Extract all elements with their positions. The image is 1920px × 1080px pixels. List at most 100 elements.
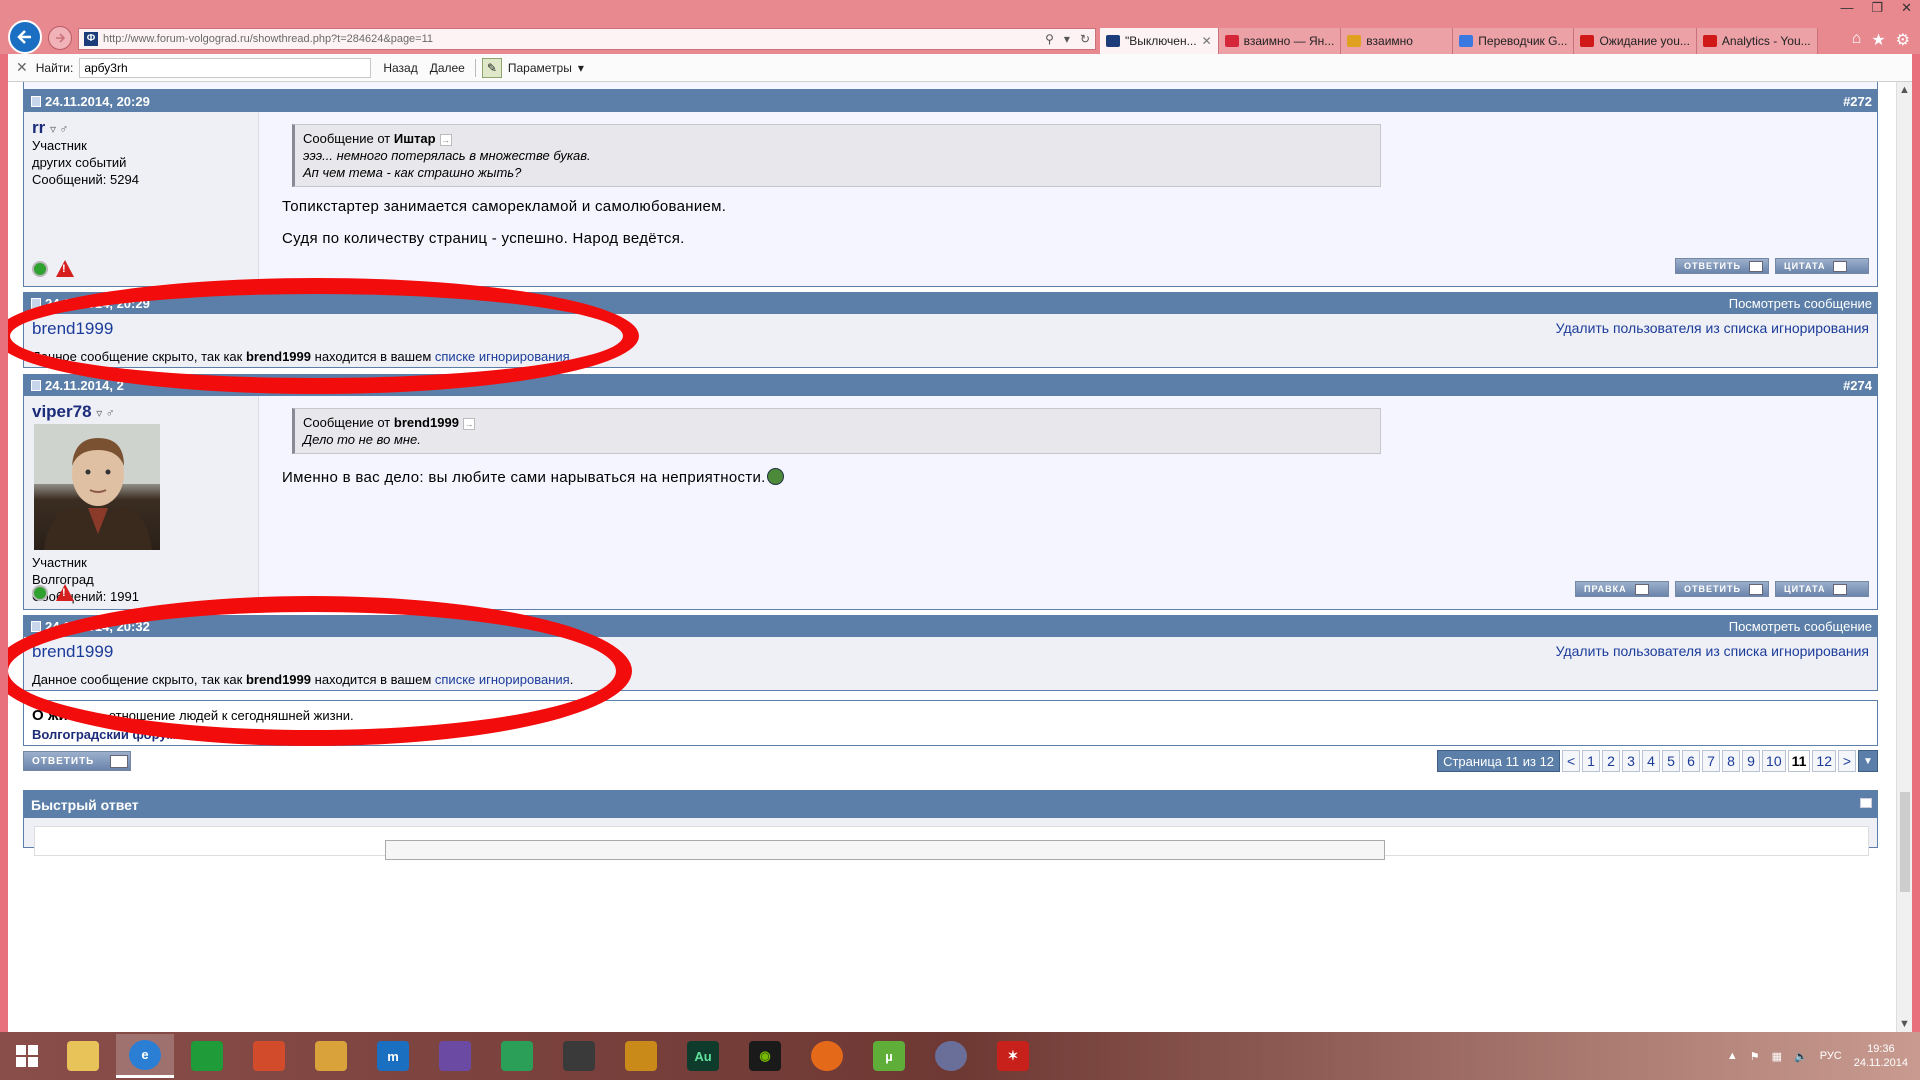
page-jump-dropdown-icon[interactable]: ▼ bbox=[1858, 750, 1878, 772]
find-options-button[interactable]: ✎ Параметры ▾ bbox=[481, 57, 584, 78]
address-url[interactable]: http://www.forum-volgograd.ru/showthread… bbox=[103, 33, 1040, 45]
next-page-button[interactable]: > bbox=[1838, 750, 1856, 772]
scroll-up-icon[interactable]: ▲ bbox=[1899, 84, 1910, 96]
collapse-icon[interactable] bbox=[1860, 798, 1872, 808]
close-tab-icon[interactable]: ✕ bbox=[1202, 34, 1212, 48]
tab-5[interactable]: Ожидание you... bbox=[1574, 28, 1697, 54]
back-button[interactable] bbox=[8, 20, 42, 54]
username-text[interactable]: viper78 bbox=[32, 402, 92, 421]
tab-3[interactable]: взаимно bbox=[1341, 28, 1454, 54]
minimize-icon[interactable]: — bbox=[1840, 0, 1853, 16]
find-next-button[interactable]: Далее bbox=[430, 61, 465, 75]
taskbar-app-utorrent[interactable]: µ bbox=[860, 1034, 918, 1078]
remove-from-ignore-link[interactable]: Удалить пользователя из списка игнориров… bbox=[1556, 320, 1869, 336]
find-prev-button[interactable]: Назад bbox=[383, 61, 417, 75]
start-button[interactable] bbox=[0, 1032, 54, 1080]
remove-from-ignore-link[interactable]: Удалить пользователя из списка игнориров… bbox=[1556, 643, 1869, 659]
post-username[interactable]: viper78 ▿ ♂ bbox=[32, 402, 115, 422]
vertical-scrollbar[interactable]: ▲ ▼ bbox=[1896, 82, 1912, 1032]
maximize-icon[interactable]: ❐ bbox=[1871, 0, 1883, 16]
close-icon[interactable]: ✕ bbox=[1901, 0, 1912, 16]
close-find-icon[interactable]: ✕ bbox=[16, 59, 28, 76]
quote-button[interactable]: ЦИТАТА bbox=[1775, 581, 1869, 597]
breadcrumb-section[interactable]: Общие bbox=[191, 727, 235, 742]
ignore-list-link[interactable]: списке игнорирования bbox=[435, 672, 570, 687]
page-link[interactable]: 8 bbox=[1722, 750, 1741, 772]
page-link[interactable]: 1 bbox=[1582, 750, 1601, 772]
address-bar[interactable]: Ф http://www.forum-volgograd.ru/showthre… bbox=[78, 28, 1096, 50]
view-post-link[interactable]: Посмотреть сообщение bbox=[1729, 619, 1872, 634]
page-link[interactable]: 10 bbox=[1762, 750, 1786, 772]
post-date-text: 24.11.2014, 2 bbox=[45, 378, 124, 393]
network-icon[interactable]: ▦ bbox=[1772, 1050, 1782, 1063]
tab-2[interactable]: взаимно — Ян... bbox=[1218, 28, 1342, 54]
taskbar-app-tool[interactable] bbox=[240, 1034, 298, 1078]
post-number[interactable]: #272 bbox=[1843, 94, 1872, 109]
drive-icon bbox=[501, 1041, 533, 1071]
page-link[interactable]: 4 bbox=[1642, 750, 1661, 772]
tab-4[interactable]: Переводчик G... bbox=[1453, 28, 1575, 54]
page-link[interactable]: 12 bbox=[1812, 750, 1836, 772]
gear-icon[interactable]: ⚙ bbox=[1896, 30, 1910, 50]
taskbar-app-ie[interactable]: e bbox=[116, 1034, 174, 1078]
post-number[interactable]: #274 bbox=[1843, 378, 1872, 393]
forward-button[interactable] bbox=[48, 26, 72, 50]
breadcrumb-root[interactable]: Волгоградский форум bbox=[32, 727, 176, 742]
thread-reply-button[interactable]: ОТВЕТИТЬ bbox=[23, 751, 131, 771]
page-link[interactable]: 3 bbox=[1622, 750, 1641, 772]
clock[interactable]: 19:36 24.11.2014 bbox=[1854, 1042, 1908, 1070]
quick-reply-textarea[interactable] bbox=[385, 840, 1385, 860]
taskbar-app-nvidia[interactable]: ◉ bbox=[736, 1034, 794, 1078]
dropdown-arrow-icon[interactable]: ▾ bbox=[1064, 32, 1070, 46]
ignored-username[interactable]: brend1999 bbox=[32, 319, 113, 339]
reply-button[interactable]: ОТВЕТИТЬ bbox=[1675, 258, 1769, 274]
scrollbar-thumb[interactable] bbox=[1900, 792, 1910, 892]
language-indicator[interactable]: РУС bbox=[1820, 1050, 1842, 1062]
taskbar-app-explorer[interactable] bbox=[54, 1034, 112, 1078]
star-icon[interactable]: ★ bbox=[1871, 30, 1885, 50]
go-to-post-icon[interactable]: → bbox=[439, 133, 452, 146]
prev-page-button[interactable]: < bbox=[1562, 750, 1581, 772]
taskbar-app-winamp[interactable] bbox=[612, 1034, 670, 1078]
taskbar-app-movie[interactable] bbox=[550, 1034, 608, 1078]
tray-arrow-icon[interactable]: ▲ bbox=[1727, 1050, 1738, 1062]
edit-button[interactable]: ПРАВКА bbox=[1575, 581, 1669, 597]
view-post-link[interactable]: Посмотреть сообщение bbox=[1729, 296, 1872, 311]
tab-1[interactable]: "Выключен... ✕ bbox=[1100, 28, 1219, 54]
taskbar-app-contacts[interactable] bbox=[302, 1034, 360, 1078]
report-icon[interactable] bbox=[56, 584, 74, 601]
go-to-post-icon[interactable]: → bbox=[462, 417, 475, 430]
breadcrumb-current[interactable]: Выключенные люди. bbox=[249, 727, 387, 742]
post-username[interactable]: rr ▿ ♂ bbox=[32, 118, 68, 138]
quote-author: Иштар bbox=[393, 131, 436, 146]
report-icon[interactable] bbox=[56, 260, 74, 277]
refresh-icon[interactable]: ↻ bbox=[1080, 32, 1090, 46]
username-text[interactable]: rr bbox=[32, 118, 45, 137]
page-link[interactable]: 9 bbox=[1742, 750, 1761, 772]
page-link[interactable]: 6 bbox=[1682, 750, 1701, 772]
taskbar-app-game[interactable]: ✶ bbox=[984, 1034, 1042, 1078]
game-icon: ✶ bbox=[997, 1041, 1029, 1071]
taskbar-app-store[interactable] bbox=[178, 1034, 236, 1078]
avatar[interactable] bbox=[34, 424, 160, 550]
ignore-list-link[interactable]: списке игнорирования bbox=[435, 349, 570, 364]
home-icon[interactable]: ⌂ bbox=[1852, 30, 1862, 50]
scroll-down-icon[interactable]: ▼ bbox=[1899, 1018, 1910, 1030]
reply-button[interactable]: ОТВЕТИТЬ bbox=[1675, 581, 1769, 597]
page-link[interactable]: 5 bbox=[1662, 750, 1681, 772]
page-link[interactable]: 7 bbox=[1702, 750, 1721, 772]
taskbar-app-mail[interactable]: m bbox=[364, 1034, 422, 1078]
taskbar-app-audition[interactable]: Au bbox=[674, 1034, 732, 1078]
quote-button[interactable]: ЦИТАТА bbox=[1775, 258, 1869, 274]
flag-icon[interactable]: ⚑ bbox=[1750, 1050, 1760, 1063]
taskbar-app-firefox[interactable] bbox=[798, 1034, 856, 1078]
page-link[interactable]: 2 bbox=[1602, 750, 1621, 772]
taskbar-app-browser[interactable] bbox=[922, 1034, 980, 1078]
search-icon[interactable]: ⚲ bbox=[1045, 32, 1054, 46]
taskbar-app-drive[interactable] bbox=[488, 1034, 546, 1078]
tab-6[interactable]: Analytics - You... bbox=[1696, 28, 1818, 54]
taskbar-app-vs[interactable] bbox=[426, 1034, 484, 1078]
find-input[interactable] bbox=[79, 57, 372, 78]
ignored-username[interactable]: brend1999 bbox=[32, 642, 113, 662]
volume-icon[interactable]: 🔈 bbox=[1794, 1050, 1808, 1063]
